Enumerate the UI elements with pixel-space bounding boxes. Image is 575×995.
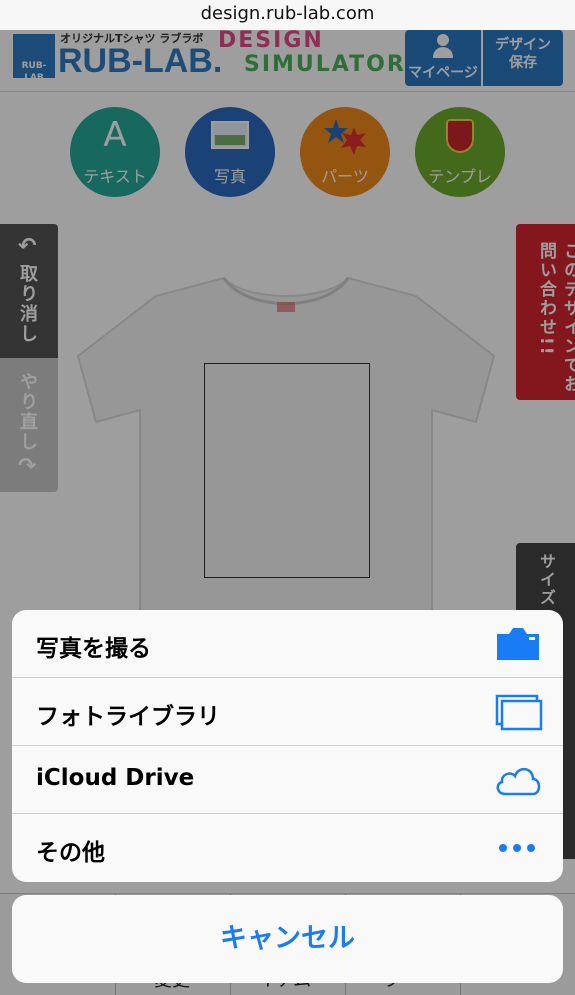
action-more[interactable]: その他 [12,814,563,882]
action-label: 写真を撮る [36,636,151,662]
action-label: iCloud Drive [36,765,195,791]
camera-icon [497,628,539,660]
more-icon [499,844,535,852]
url-bar[interactable]: design.rub-lab.com [0,0,575,30]
action-label: フォトライブラリ [36,704,220,730]
action-label: その他 [36,840,105,866]
action-take-photo[interactable]: 写真を撮る [12,610,563,678]
action-icloud-drive[interactable]: iCloud Drive [12,746,563,814]
photo-library-icon [495,694,543,731]
icloud-icon [496,768,541,796]
action-sheet: 写真を撮る フォトライブラリ iCloud Drive その他 [12,610,563,882]
action-photo-library[interactable]: フォトライブラリ [12,678,563,746]
cancel-button[interactable]: キャンセル [12,895,563,983]
